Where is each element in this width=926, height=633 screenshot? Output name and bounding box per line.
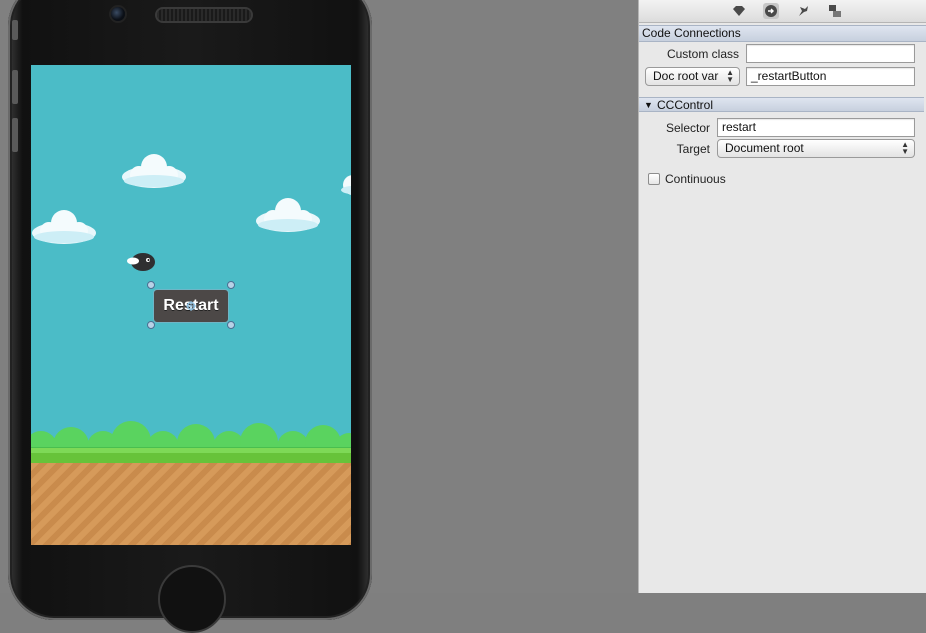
node-properties-icon[interactable] xyxy=(731,3,747,19)
selection-handle[interactable] xyxy=(227,321,235,329)
cloud-icon xyxy=(122,154,186,188)
selector-field[interactable]: restart xyxy=(717,118,915,137)
camera-icon xyxy=(111,7,125,21)
popup-arrows-icon: ▲ ▼ xyxy=(901,140,909,156)
selection-handle[interactable] xyxy=(147,281,155,289)
target-label: Target xyxy=(676,142,710,156)
disclosure-triangle-icon[interactable]: ▼ xyxy=(644,98,653,113)
pin-icon[interactable] xyxy=(795,3,811,19)
mute-switch xyxy=(12,20,18,40)
grass-edge xyxy=(31,453,351,463)
custom-class-label: Custom class xyxy=(666,47,739,61)
volume-down-button xyxy=(12,118,18,152)
inspector-panel: Code Connections Custom class Doc root v… xyxy=(638,0,926,593)
selection-handle[interactable] xyxy=(147,321,155,329)
editor-canvas[interactable]: Restart xyxy=(0,0,638,633)
continuous-label: Continuous xyxy=(665,172,726,186)
popup-arrows-icon: ▲ ▼ xyxy=(726,68,734,84)
target-popup-label: Document root xyxy=(725,141,804,155)
code-connections-header: Code Connections xyxy=(639,25,926,42)
layout-icon[interactable] xyxy=(827,3,843,19)
selector-label: Selector xyxy=(665,121,710,135)
cccontrol-header[interactable]: ▼ CCControl xyxy=(639,97,924,112)
assignment-popup-label: Doc root var xyxy=(653,69,719,83)
variable-name-field[interactable]: _restartButton xyxy=(746,67,915,86)
cccontrol-header-label: CCControl xyxy=(657,98,714,112)
inspector-toolbar xyxy=(639,0,926,23)
ground xyxy=(31,463,351,545)
continuous-checkbox[interactable] xyxy=(648,173,660,185)
anchor-point-icon xyxy=(186,301,196,311)
assignment-popup[interactable]: Doc root var ▲ ▼ xyxy=(645,67,740,86)
bird-icon xyxy=(127,253,155,271)
volume-up-button xyxy=(12,70,18,104)
code-connections-icon[interactable] xyxy=(763,3,779,19)
home-button xyxy=(158,565,226,633)
game-screen[interactable]: Restart xyxy=(31,65,351,545)
custom-class-field[interactable] xyxy=(746,44,915,63)
selection-handle[interactable] xyxy=(227,281,235,289)
speaker-grille xyxy=(157,9,251,21)
cloud-icon xyxy=(256,198,320,232)
cloud-icon xyxy=(341,175,351,195)
cloud-icon xyxy=(32,210,96,244)
target-popup[interactable]: Document root ▲ ▼ xyxy=(717,139,915,158)
